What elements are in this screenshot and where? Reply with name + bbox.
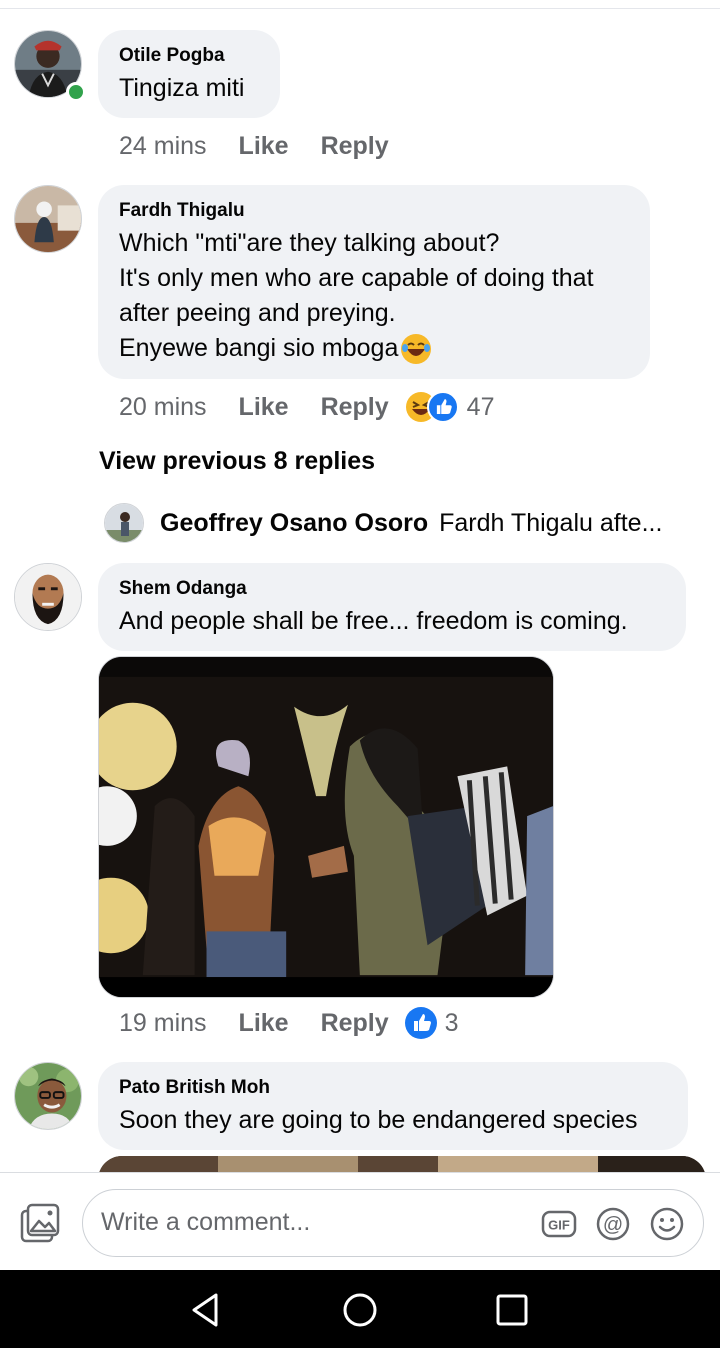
comment-text: Soon they are going to be endangered spe… xyxy=(119,1106,638,1134)
emoji-icon[interactable] xyxy=(649,1206,685,1242)
comment-text: Enyewe bangi sio mboga xyxy=(119,334,399,362)
mention-icon[interactable]: @ xyxy=(595,1206,631,1242)
comment-photo[interactable] xyxy=(98,1156,706,1172)
comment-composer: Write a comment... GIF @ xyxy=(0,1172,720,1270)
comment-author[interactable]: Shem Odanga xyxy=(119,577,664,601)
reply-button[interactable]: Reply xyxy=(321,393,389,422)
comment-bubble[interactable]: Shem Odanga And people shall be free... … xyxy=(98,563,686,651)
view-previous-replies-link[interactable]: View previous 8 replies xyxy=(99,447,375,476)
comment-text: after peeing and preying. xyxy=(119,299,396,327)
comment-actions: 20 mins Like Reply 47 xyxy=(119,390,494,424)
reply-preview[interactable]: Geoffrey Osano Osoro Fardh Thigalu afte.… xyxy=(104,502,662,544)
comment-bubble[interactable]: Otile Pogba Tingiza miti xyxy=(98,30,280,118)
avatar[interactable] xyxy=(14,1062,82,1130)
comment-actions: 19 mins Like Reply 3 xyxy=(119,1006,459,1040)
comment-author[interactable]: Otile Pogba xyxy=(119,44,258,68)
comment-text: And people shall be free... freedom is c… xyxy=(119,607,628,635)
like-reaction-icon xyxy=(426,391,459,423)
comment-timestamp[interactable]: 20 mins xyxy=(119,393,207,422)
reaction-summary[interactable]: 3 xyxy=(404,1007,459,1039)
reply-button[interactable]: Reply xyxy=(321,1009,389,1038)
laughing-crying-emoji-icon xyxy=(400,333,432,365)
comment-timestamp[interactable]: 24 mins xyxy=(119,132,207,161)
avatar xyxy=(104,503,144,543)
reply-button[interactable]: Reply xyxy=(321,132,389,161)
like-button[interactable]: Like xyxy=(239,393,289,422)
gif-icon[interactable]: GIF xyxy=(541,1206,577,1242)
home-icon[interactable] xyxy=(340,1290,380,1330)
avatar[interactable] xyxy=(14,185,82,253)
comment-text: Tingiza miti xyxy=(119,74,245,102)
comment-input-placeholder: Write a comment... xyxy=(101,1208,311,1236)
online-status-indicator xyxy=(66,82,86,102)
photo-icon[interactable] xyxy=(18,1203,62,1247)
svg-text:@: @ xyxy=(603,1214,623,1236)
comment-timestamp[interactable]: 19 mins xyxy=(119,1009,207,1038)
back-icon[interactable] xyxy=(186,1290,226,1330)
system-navigation-bar xyxy=(0,1270,720,1348)
comment-author[interactable]: Pato British Moh xyxy=(119,1076,666,1100)
comment-author[interactable]: Fardh Thigalu xyxy=(119,199,628,223)
comment-actions: 24 mins Like Reply xyxy=(119,129,421,163)
comment-photo[interactable] xyxy=(98,656,554,998)
reaction-count: 47 xyxy=(466,392,495,421)
like-button[interactable]: Like xyxy=(239,132,289,161)
reply-author[interactable]: Geoffrey Osano Osoro xyxy=(160,509,428,538)
avatar[interactable] xyxy=(14,563,82,631)
reaction-count: 3 xyxy=(444,1008,459,1037)
comment-feed[interactable]: Otile Pogba Tingiza miti 24 mins Like Re… xyxy=(0,0,720,1172)
comment-input[interactable]: Write a comment... GIF @ xyxy=(82,1189,704,1257)
comment-bubble[interactable]: Fardh Thigalu Which "mti"are they talkin… xyxy=(98,185,650,379)
reply-text: Fardh Thigalu afte... xyxy=(439,508,663,537)
like-reaction-icon xyxy=(404,1007,437,1039)
svg-text:GIF: GIF xyxy=(548,1218,570,1233)
comment-text-line: Enyewe bangi sio mboga xyxy=(119,331,628,366)
comment-bubble[interactable]: Pato British Moh Soon they are going to … xyxy=(98,1062,688,1150)
recents-icon[interactable] xyxy=(492,1290,532,1330)
like-button[interactable]: Like xyxy=(239,1009,289,1038)
comment-text: It's only men who are capable of doing t… xyxy=(119,264,594,292)
reaction-summary[interactable]: 47 xyxy=(405,391,495,423)
comment-text: Which "mti"are they talking about? xyxy=(119,229,500,257)
